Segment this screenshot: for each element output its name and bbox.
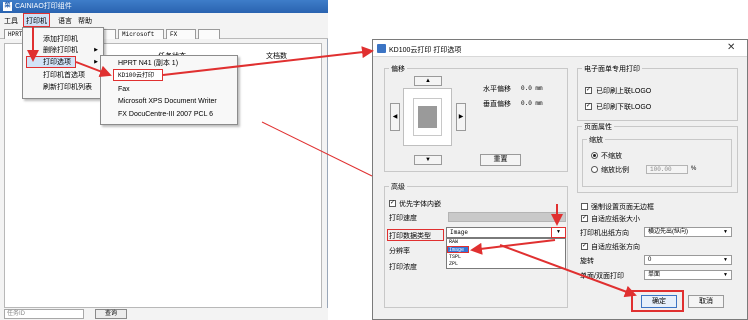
menu-delete-printer[interactable]: 删除打印机 ▶ bbox=[23, 45, 103, 56]
datatype-option[interactable]: TSPL bbox=[449, 254, 461, 260]
ok-button[interactable]: 确定 bbox=[641, 295, 677, 308]
chevron-down-icon[interactable]: ▼ bbox=[551, 227, 566, 238]
bottom-logo-checkbox[interactable]: ✓ bbox=[585, 103, 592, 110]
datatype-select-value: Image bbox=[450, 229, 469, 236]
paper-out-dir-select[interactable]: 横边先出(纵向) ▼ bbox=[644, 227, 732, 237]
printer-icon bbox=[377, 44, 386, 53]
percent-label: % bbox=[691, 166, 697, 172]
datatype-option[interactable]: ZPL bbox=[449, 261, 458, 267]
v-offset-label: 垂直偏移 bbox=[483, 101, 511, 108]
menu-print-options[interactable]: 打印选项 ▶ bbox=[23, 57, 103, 68]
top-logo-checkbox[interactable]: ✓ bbox=[585, 87, 592, 94]
menu-print-options-label: 打印选项 bbox=[43, 59, 71, 66]
tab-fx[interactable]: FX bbox=[166, 29, 196, 39]
offset-up-button[interactable]: ▲ bbox=[414, 76, 442, 86]
menu-language[interactable]: 语言 bbox=[58, 16, 72, 26]
submenu-arrow-icon: ▶ bbox=[94, 59, 98, 65]
no-scale-label: 不缩放 bbox=[601, 153, 622, 160]
submenu-xps[interactable]: Microsoft XPS Document Writer bbox=[101, 97, 237, 107]
cancel-button[interactable]: 取消 bbox=[688, 295, 724, 308]
rotate-label: 旋转 bbox=[580, 258, 594, 265]
scale-group bbox=[582, 139, 732, 187]
menu-help[interactable]: 帮助 bbox=[78, 16, 92, 26]
task-id-input[interactable]: 任务ID bbox=[4, 309, 84, 319]
waybill-group-title: 电子面单专用打印 bbox=[582, 64, 642, 74]
font-priority-checkbox[interactable]: ✓ bbox=[389, 200, 396, 207]
scale-group-title: 缩放 bbox=[587, 135, 605, 145]
offset-left-button[interactable]: ◀ bbox=[390, 103, 400, 131]
menu-printer[interactable]: 打印机 bbox=[26, 16, 47, 26]
resolution-label: 分辨率 bbox=[389, 248, 410, 255]
app-titlebar: 菜 CAINIAO打印组件 bbox=[0, 0, 328, 13]
scale-ratio-radio[interactable] bbox=[591, 166, 598, 173]
submenu-hprt[interactable]: HPRT N41 (副本 1) bbox=[101, 59, 237, 69]
duplex-select[interactable]: 单面 ▼ bbox=[644, 270, 732, 280]
v-offset-value[interactable]: 0.0 mm bbox=[521, 100, 543, 107]
tab-printer-6[interactable] bbox=[198, 29, 220, 39]
app-title: CAINIAO打印组件 bbox=[15, 3, 72, 10]
datatype-option[interactable]: Image bbox=[449, 247, 464, 253]
reset-button[interactable]: 重置 bbox=[480, 154, 521, 166]
offset-down-button[interactable]: ▼ bbox=[414, 155, 442, 165]
submenu-xps-label: Microsoft XPS Document Writer bbox=[118, 98, 217, 105]
offset-preview-block bbox=[418, 106, 437, 128]
top-logo-label: 已印刷上联LOGO bbox=[596, 88, 652, 95]
h-offset-value[interactable]: 0.0 mm bbox=[521, 85, 543, 92]
column-doc-count: 文档数 bbox=[266, 53, 287, 60]
print-speed-slider[interactable] bbox=[448, 212, 566, 222]
dialog-title: KD100云打印 打印选项 bbox=[389, 47, 462, 54]
menu-refresh-printers[interactable]: 刷新打印机列表 bbox=[23, 82, 103, 93]
menu-tools[interactable]: 工具 bbox=[4, 16, 18, 26]
datatype-label: 打印数据类型 bbox=[389, 233, 431, 240]
density-label: 打印浓度 bbox=[389, 264, 417, 271]
no-scale-radio[interactable] bbox=[591, 152, 598, 159]
duplex-label: 单面/双面打印 bbox=[580, 273, 624, 280]
auto-paper-size-checkbox[interactable]: ✓ bbox=[581, 215, 588, 222]
submenu-hprt-label: HPRT N41 (副本 1) bbox=[118, 60, 179, 67]
tab-microsoft[interactable]: Microsoft bbox=[118, 29, 164, 39]
menu-add-printer-label: 添加打印机 bbox=[43, 36, 78, 43]
submenu-kd100[interactable]: KD100云打印 bbox=[101, 71, 237, 81]
submenu-arrow-icon: ▶ bbox=[94, 47, 98, 53]
menu-printer-preferences-label: 打印机首选项 bbox=[43, 72, 85, 79]
submenu-kd100-label: KD100云打印 bbox=[118, 72, 155, 79]
auto-paper-size-label: 自适应纸张大小 bbox=[591, 216, 640, 223]
duplex-value: 单面 bbox=[648, 272, 661, 278]
chevron-down-icon: ▼ bbox=[723, 229, 728, 235]
print-speed-label: 打印速度 bbox=[389, 215, 417, 222]
query-button[interactable]: 查询 bbox=[95, 309, 127, 319]
close-icon[interactable]: ✕ bbox=[727, 42, 735, 54]
chevron-down-icon: ▼ bbox=[723, 272, 728, 278]
submenu-fx-docucentre-label: FX DocuCentre-III 2007 PCL 6 bbox=[118, 111, 214, 118]
auto-paper-dir-label: 自适应纸张方向 bbox=[591, 244, 640, 251]
force-no-border-checkbox[interactable] bbox=[581, 203, 588, 210]
app-logo-icon: 菜 bbox=[3, 2, 12, 11]
offset-right-button[interactable]: ▶ bbox=[456, 103, 466, 131]
page-props-title: 页面属性 bbox=[582, 122, 614, 132]
scale-ratio-input[interactable]: 100.00 bbox=[646, 165, 688, 174]
offset-group-title: 偏移 bbox=[389, 64, 407, 74]
menu-add-printer[interactable]: 添加打印机 bbox=[23, 34, 103, 45]
font-priority-label: 优先字体内嵌 bbox=[399, 201, 441, 208]
paper-out-dir-value: 横边先出(纵向) bbox=[648, 229, 688, 235]
advanced-group-title: 高级 bbox=[389, 182, 407, 192]
h-offset-label: 水平偏移 bbox=[483, 86, 511, 93]
datatype-option[interactable]: RAW bbox=[449, 239, 458, 245]
submenu-fx-docucentre[interactable]: FX DocuCentre-III 2007 PCL 6 bbox=[101, 110, 237, 120]
bottom-logo-label: 已印刷下联LOGO bbox=[596, 104, 652, 111]
submenu-fax[interactable]: Fax bbox=[101, 85, 237, 95]
auto-paper-dir-checkbox[interactable]: ✓ bbox=[581, 243, 588, 250]
force-no-border-label: 强制设置页面无边框 bbox=[591, 204, 654, 211]
menu-delete-printer-label: 删除打印机 bbox=[43, 47, 78, 54]
submenu-fax-label: Fax bbox=[118, 86, 130, 93]
menu-printer-preferences[interactable]: 打印机首选项 bbox=[23, 70, 103, 81]
datatype-select[interactable]: Image bbox=[446, 227, 566, 238]
menu-refresh-printers-label: 刷新打印机列表 bbox=[43, 84, 92, 91]
paper-out-dir-label: 打印机出纸方向 bbox=[580, 230, 629, 237]
chevron-down-icon: ▼ bbox=[723, 257, 728, 263]
datatype-dropdown-list bbox=[446, 238, 566, 269]
rotate-value: 0 bbox=[648, 257, 652, 263]
scale-ratio-label: 缩放比例 bbox=[601, 167, 629, 174]
rotate-select[interactable]: 0 ▼ bbox=[644, 255, 732, 265]
